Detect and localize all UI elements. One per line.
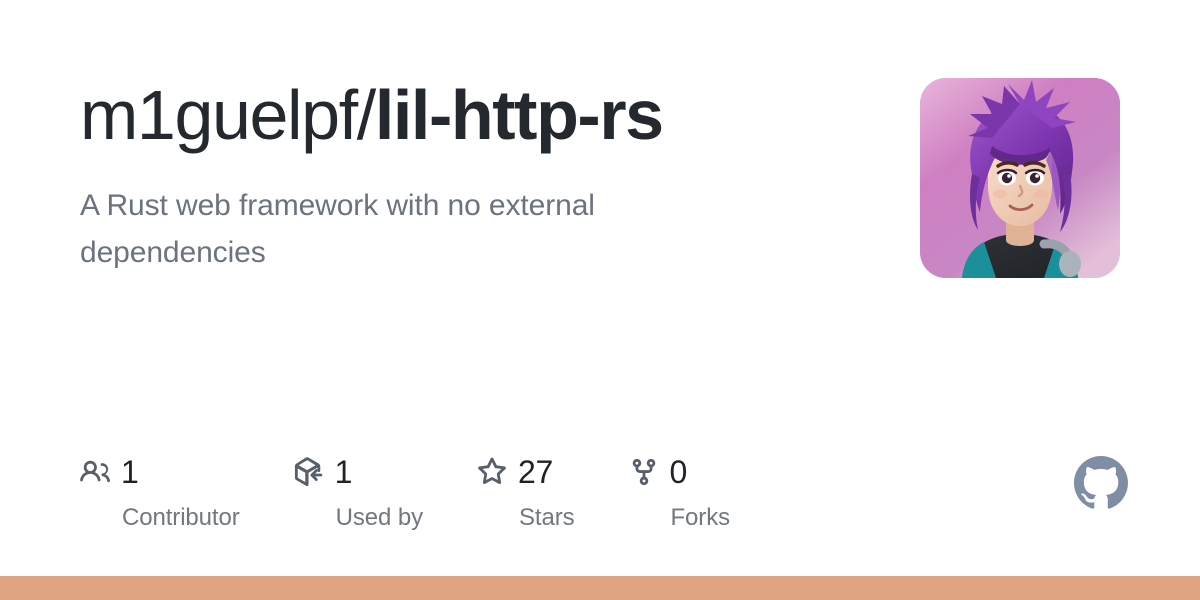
card-header: m1guelpf/lil-http-rs A Rust web framewor…	[80, 76, 1120, 278]
repo-forked-icon	[629, 457, 659, 487]
stat-forks-label: Forks	[670, 504, 731, 531]
accent-bar	[0, 576, 1200, 600]
stat-forks[interactable]: 0 Forks	[629, 452, 731, 531]
stat-used-by-value: 1	[334, 454, 353, 490]
repo-social-card: m1guelpf/lil-http-rs A Rust web framewor…	[0, 0, 1200, 600]
stat-contributors-value: 1	[121, 454, 139, 490]
stat-forks-value: 0	[669, 454, 688, 490]
stat-contributors-label: Contributor	[122, 504, 240, 531]
package-dependents-icon	[294, 457, 324, 487]
avatar	[920, 78, 1120, 278]
stat-forks-top: 0	[629, 452, 688, 492]
github-mark-icon	[1074, 456, 1128, 510]
people-icon	[80, 457, 110, 487]
stat-used-by-label: Used by	[335, 504, 423, 531]
repo-description: A Rust web framework with no external de…	[80, 188, 595, 269]
stat-used-by-top: 1	[294, 452, 353, 492]
page-title: m1guelpf/lil-http-rs	[80, 76, 690, 154]
stat-used-by[interactable]: 1 Used by	[294, 452, 423, 530]
repo-stats-row: 1 Contributor 1 Used by 27 Stars 0 Forks	[80, 452, 1128, 530]
star-icon	[477, 457, 507, 487]
repo-name-separator: /	[356, 76, 376, 154]
stat-stars-top: 27	[477, 452, 553, 492]
repo-owner: m1guelpf	[80, 76, 358, 154]
stat-stars-value: 27	[517, 454, 553, 490]
stat-contributors[interactable]: 1 Contributor	[80, 452, 240, 530]
stat-contributors-top: 1	[80, 452, 139, 492]
stat-stars[interactable]: 27 Stars	[477, 452, 575, 530]
repo-name: lil-http-rs	[374, 76, 664, 154]
repo-stats: 1 Contributor 1 Used by 27 Stars 0 Forks	[80, 452, 730, 530]
repo-identity: m1guelpf/lil-http-rs A Rust web framewor…	[80, 76, 690, 276]
stat-stars-label: Stars	[518, 504, 575, 531]
